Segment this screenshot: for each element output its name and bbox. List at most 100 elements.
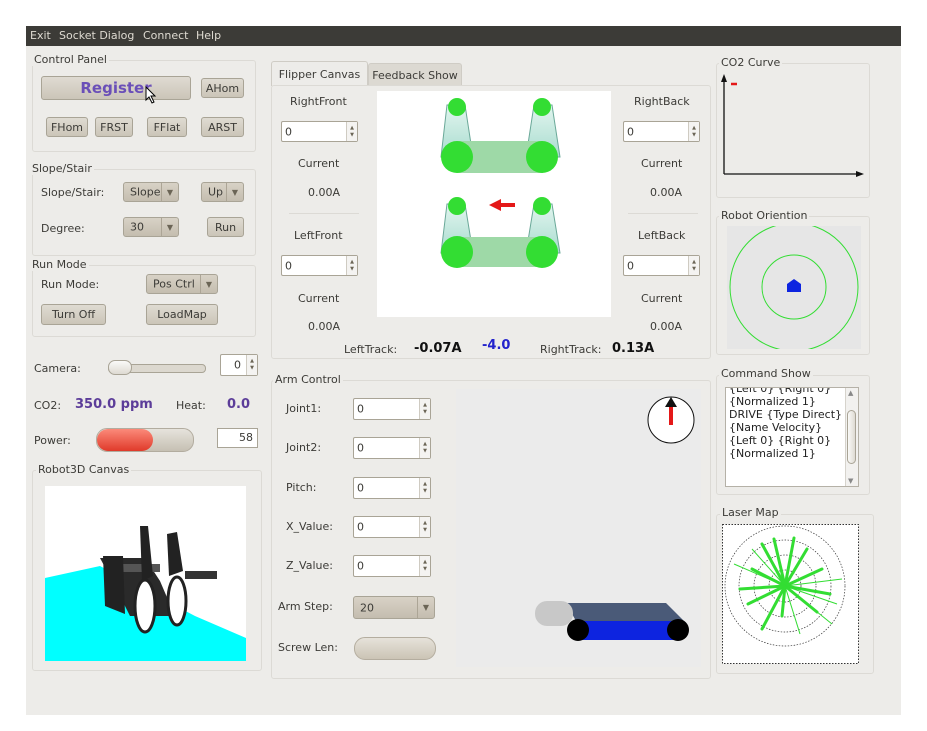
orientation-canvas xyxy=(727,226,861,349)
arm-step-select[interactable]: 20 ▼ xyxy=(353,596,435,619)
back-wheel-small-bottom xyxy=(533,197,551,215)
camera-slider-handle[interactable] xyxy=(108,360,132,375)
run-button[interactable]: Run xyxy=(207,217,244,237)
front-wheel-small-bottom xyxy=(448,197,466,215)
run-mode-title: Run Mode xyxy=(30,258,89,271)
command-scroll-thumb[interactable] xyxy=(847,410,856,464)
right-back-current-label: Current xyxy=(641,157,683,170)
heat-label: Heat: xyxy=(176,399,206,412)
power-label: Power: xyxy=(34,434,71,447)
command-line: {Normalized 1} xyxy=(729,395,816,408)
load-map-button[interactable]: LoadMap xyxy=(146,304,218,325)
left-front-current-value: 0.00A xyxy=(308,320,341,333)
front-wheel-small-top xyxy=(448,98,466,116)
ahom-button[interactable]: AHom xyxy=(201,78,244,98)
spin-arrows-icon[interactable]: ▲ ▼ xyxy=(346,256,357,275)
spin-arrows-icon[interactable]: ▲ ▼ xyxy=(688,256,699,275)
spin-arrows-icon[interactable]: ▲ ▼ xyxy=(419,438,430,458)
left-back-current-label: Current xyxy=(641,292,683,305)
spin-arrows-icon[interactable]: ▲ ▼ xyxy=(246,355,257,375)
track-wheel-front xyxy=(133,578,157,634)
joint1-label: Joint1: xyxy=(286,402,322,415)
menu-socket-dialog[interactable]: Socket Dialog xyxy=(59,29,134,42)
front-wheel-big-top xyxy=(441,141,473,173)
degree-value: 30 xyxy=(130,220,144,234)
spin-arrows-icon[interactable]: ▲ ▼ xyxy=(346,122,357,141)
laser-map-canvas xyxy=(722,524,859,664)
laser-map-border xyxy=(722,524,859,664)
pitch-spinbox[interactable]: 0 ▲ ▼ xyxy=(353,477,431,499)
tab-flipper-canvas[interactable]: Flipper Canvas xyxy=(271,61,368,86)
left-front-spinbox[interactable]: 0 ▲ ▼ xyxy=(281,255,358,276)
co2-curve-chart xyxy=(721,74,864,177)
right-track-label: RightTrack: xyxy=(540,343,602,356)
menu-help[interactable]: Help xyxy=(196,29,221,42)
speed-value: -4.0 xyxy=(482,338,511,353)
run-mode-select[interactable]: Pos Ctrl ▼ xyxy=(146,274,218,294)
scroll-down-icon[interactable]: ▼ xyxy=(848,477,853,485)
menu-connect[interactable]: Connect xyxy=(143,29,188,42)
right-front-spinbox[interactable]: 0 ▲ ▼ xyxy=(281,121,358,142)
spin-arrows-icon[interactable]: ▲ ▼ xyxy=(419,399,430,419)
camera-label: Camera: xyxy=(34,362,81,375)
command-scrollbar[interactable]: ▲ ▼ xyxy=(845,388,858,486)
right-front-label: RightFront xyxy=(290,95,347,108)
x-value-spinbox[interactable]: 0 ▲ ▼ xyxy=(353,516,431,538)
chevron-down-icon: ▼ xyxy=(161,218,178,236)
left-back-spinbox[interactable]: 0 ▲ ▼ xyxy=(623,255,700,276)
right-back-spinbox[interactable]: 0 ▲ ▼ xyxy=(623,121,700,142)
turn-off-button[interactable]: Turn Off xyxy=(41,304,106,325)
slope-direction-select[interactable]: Up ▼ xyxy=(201,182,244,202)
arm-link xyxy=(566,603,684,621)
joint1-value: 0 xyxy=(357,402,364,416)
direction-arrow-icon xyxy=(489,199,515,211)
command-show-textbox[interactable]: {Left 0} {Right 0} {Normalized 1} DRIVE … xyxy=(725,387,859,487)
left-track-label: LeftTrack: xyxy=(344,343,398,356)
robot-arm xyxy=(185,571,217,579)
frst-button[interactable]: FRST xyxy=(95,117,133,137)
spin-arrows-icon[interactable]: ▲ ▼ xyxy=(688,122,699,141)
spin-arrows-icon[interactable]: ▲ ▼ xyxy=(419,517,430,537)
right-front-current-value: 0.00A xyxy=(308,186,341,199)
joint1-spinbox[interactable]: 0 ▲ ▼ xyxy=(353,398,431,420)
z-value-spinbox[interactable]: 0 ▲ ▼ xyxy=(353,555,431,577)
right-front-current-label: Current xyxy=(298,157,340,170)
robot3d-canvas xyxy=(45,486,246,661)
left-track-value: -0.07A xyxy=(414,341,462,356)
joint2-spinbox[interactable]: 0 ▲ ▼ xyxy=(353,437,431,459)
co2-curve-title: CO2 Curve xyxy=(719,56,783,69)
power-bar-fill xyxy=(97,429,153,451)
run-mode-label: Run Mode: xyxy=(41,278,100,291)
co2-label: CO2: xyxy=(34,399,62,412)
degree-label: Degree: xyxy=(41,222,85,235)
arm-gripper xyxy=(535,601,573,626)
camera-spinbox[interactable]: 0 ▲ ▼ xyxy=(220,354,258,376)
menu-exit[interactable]: Exit xyxy=(30,29,51,42)
fhom-button[interactable]: FHom xyxy=(46,117,88,137)
robot-top-plate xyxy=(120,564,160,572)
mouse-cursor-icon xyxy=(145,86,157,104)
spin-arrows-icon[interactable]: ▲ ▼ xyxy=(419,478,430,498)
tab-feedback-show[interactable]: Feedback Show xyxy=(368,63,462,86)
co2-value: 350.0 ppm xyxy=(75,397,153,412)
left-back-value: 0 xyxy=(627,259,634,272)
arm-canvas xyxy=(456,389,701,667)
arm-control-title: Arm Control xyxy=(273,373,343,386)
register-button[interactable]: Register xyxy=(41,76,191,100)
slope-mode-value: Slope xyxy=(130,185,161,199)
run-mode-value: Pos Ctrl xyxy=(153,277,195,291)
arst-button[interactable]: ARST xyxy=(201,117,244,137)
run-mode-group xyxy=(32,265,256,337)
right-front-value: 0 xyxy=(285,125,292,138)
degree-select[interactable]: 30 ▼ xyxy=(123,217,179,237)
left-front-label: LeftFront xyxy=(294,229,343,242)
menu-bar: Exit Socket Dialog Connect Help xyxy=(26,26,901,46)
arm-step-label: Arm Step: xyxy=(278,600,333,613)
spin-arrows-icon[interactable]: ▲ ▼ xyxy=(419,556,430,576)
scroll-up-icon[interactable]: ▲ xyxy=(848,389,853,397)
co2-y-arrow-icon xyxy=(721,74,727,82)
slope-mode-select[interactable]: Slope ▼ xyxy=(123,182,179,202)
fflat-button[interactable]: FFlat xyxy=(147,117,187,137)
pitch-label: Pitch: xyxy=(286,481,317,494)
front-wheel-big-bottom xyxy=(441,236,473,268)
